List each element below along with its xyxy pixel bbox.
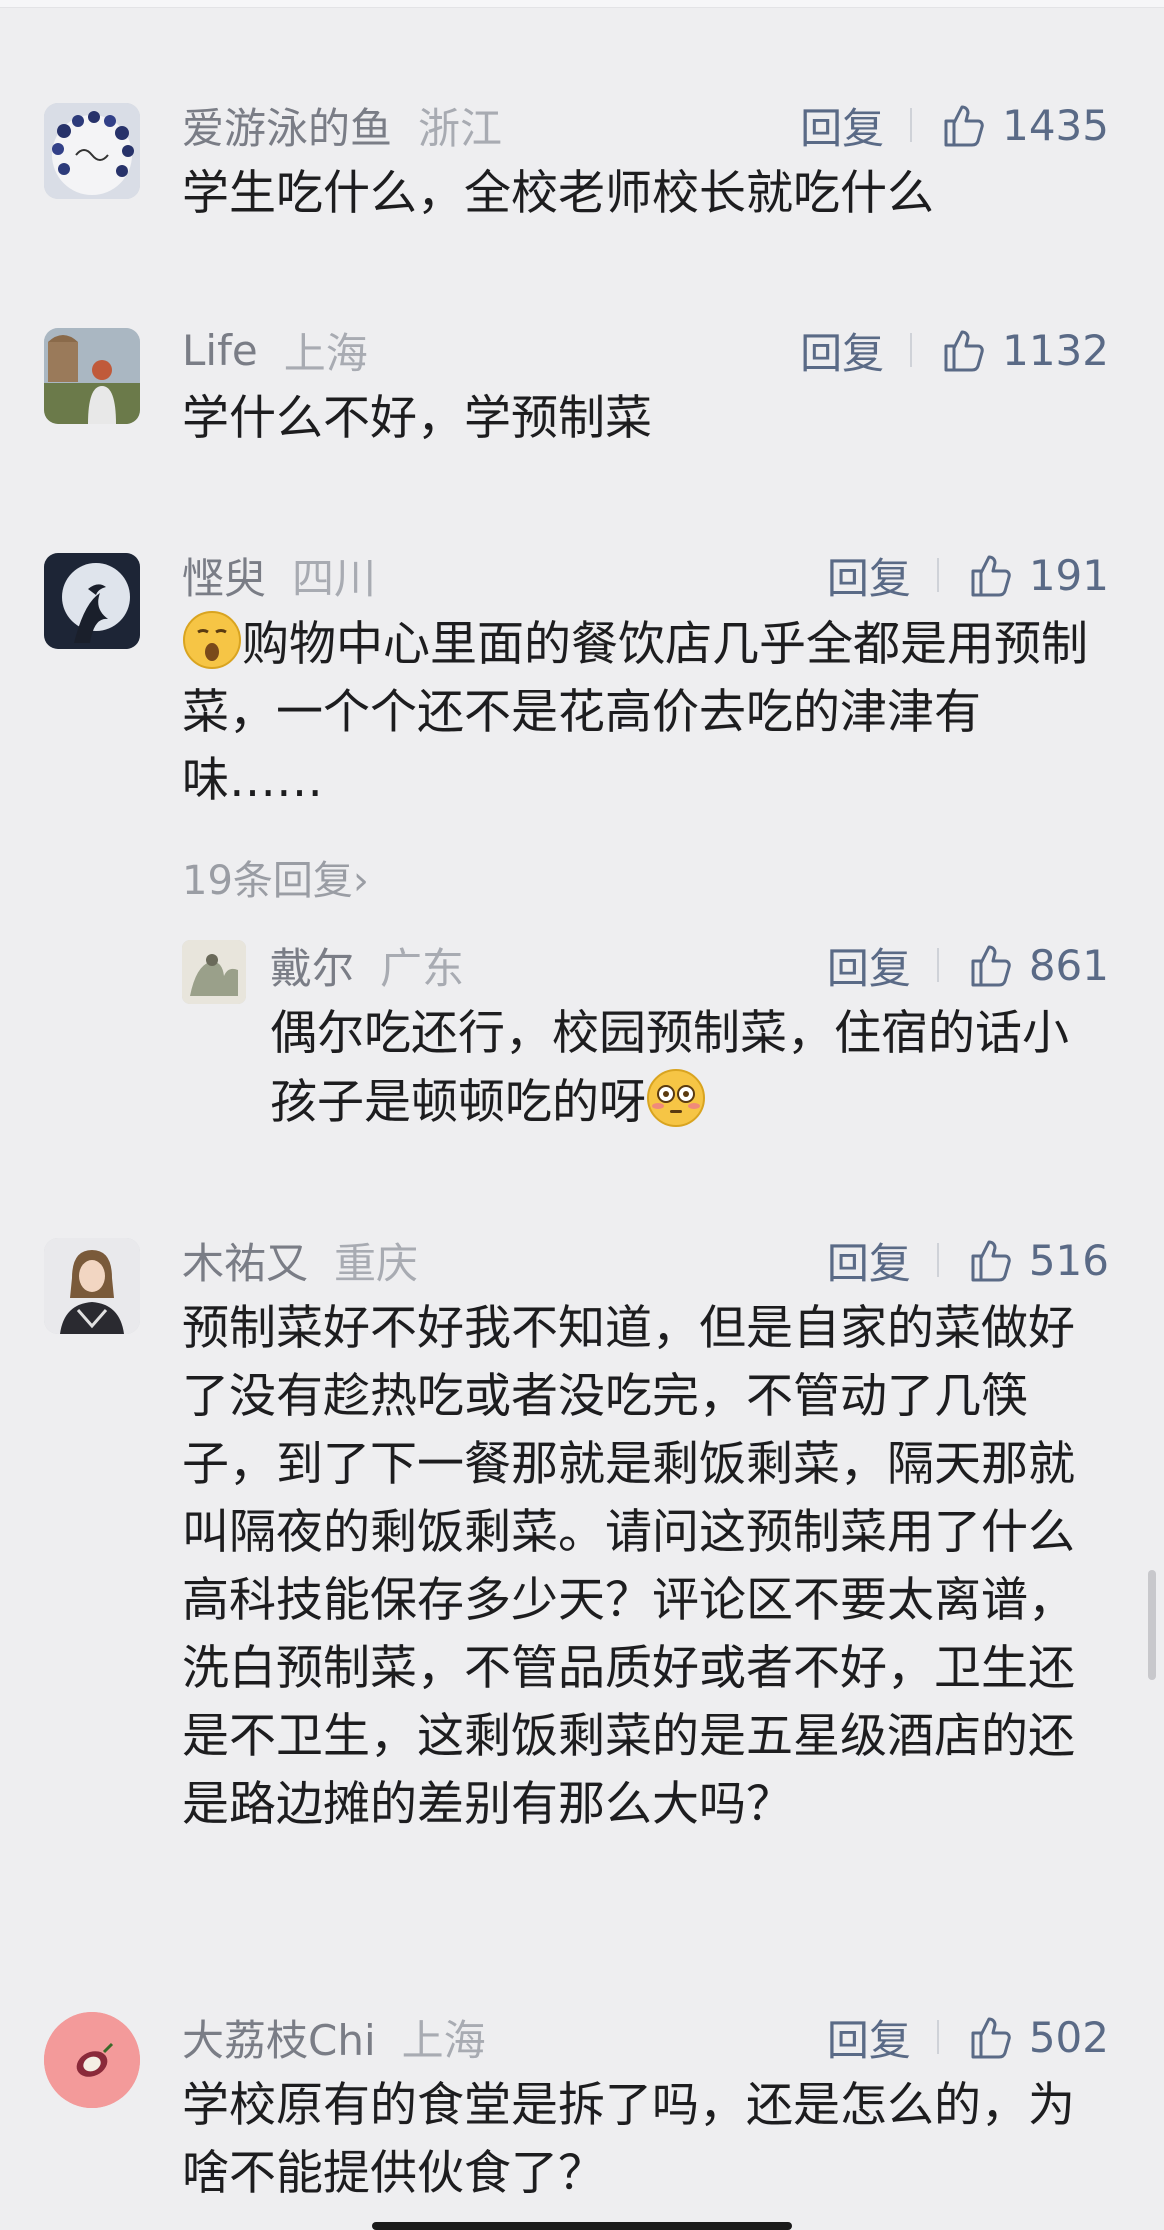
like-button[interactable]: 502 [967,2013,1109,2062]
divider [936,558,939,592]
location-label: 上海 [401,2015,486,2065]
like-count: 502 [1028,2012,1109,2062]
comment-body: 购物中心里面的餐饮店几乎全都是用预制菜，一个个还不是花高价去吃的津津有味…… [182,617,1088,808]
comment-header: 大荔枝Chi 上海 回复 502 [182,2007,1109,2067]
comment-header: 悭臾 四川 回复 191 [182,545,1109,605]
location-label: 上海 [283,328,368,378]
avatar[interactable] [44,328,140,424]
location-label: 浙江 [418,103,503,153]
reply-button[interactable]: 回复 [827,935,911,996]
location-label: 广东 [380,943,465,993]
divider [936,1243,939,1277]
reply-button[interactable]: 回复 [800,320,884,381]
reply-button[interactable]: 回复 [800,95,884,156]
like-count: 191 [1028,550,1109,600]
like-button[interactable]: 1435 [940,101,1109,150]
reply-header: 戴尔 广东 回复 861 [270,935,1109,995]
reply-text: 偶尔吃还行，校园预制菜，住宿的话小孩子是顿顿吃的呀 [270,1000,1114,1137]
comment-text: 学什么不好，学预制菜 [182,391,652,446]
thumbs-up-icon [971,555,1011,597]
nickname[interactable]: 戴尔 [270,935,354,996]
location-label: 重庆 [334,1238,419,1288]
divider [936,948,939,982]
avatar[interactable] [44,1238,140,1334]
like-count: 1435 [1002,100,1109,150]
comment-text: 学校原有的食堂是拆了吗，还是怎么的，为啥不能提供伙食了？ [182,2078,1075,2201]
nickname[interactable]: 木祐又 [182,1230,308,1291]
comment-header: 爱游泳的鱼 浙江 回复 1435 [182,95,1109,155]
like-button[interactable]: 516 [967,1236,1109,1285]
divider [910,108,913,142]
thumbs-up-icon [971,945,1011,987]
comment-text: 购物中心里面的餐饮店几乎全都是用预制菜，一个个还不是花高价去吃的津津有味…… [182,610,1114,815]
comment-header: Life 上海 回复 1132 [182,320,1109,380]
like-count: 1132 [1002,325,1109,375]
avatar[interactable] [182,940,246,1004]
like-count: 861 [1028,940,1109,990]
thumbs-up-icon [971,1240,1011,1282]
flushed-emoji-icon [647,1069,705,1127]
nickname[interactable]: Life [182,326,258,375]
view-replies-link[interactable]: 19条回复› [182,848,369,906]
home-indicator[interactable] [372,2222,792,2230]
top-divider [0,0,1164,8]
reply-button[interactable]: 回复 [827,545,911,606]
thumbs-up-icon [971,2017,1011,2059]
comment-list-screen: 爱游泳的鱼 浙江 回复 1435 学生吃什么，全校老师校长就吃什么 Life 上… [0,0,1164,2230]
smirk-emoji-icon [183,611,241,669]
like-count: 516 [1028,1235,1109,1285]
location-label: 四川 [292,553,377,603]
divider [936,2020,939,2054]
comment-text: 预制菜好不好我不知道，但是自家的菜做好了没有趁热吃或者没吃完，不管动了几筷子，到… [182,1301,1075,1832]
avatar[interactable] [44,553,140,649]
reply-button[interactable]: 回复 [827,2007,911,2068]
like-button[interactable]: 861 [967,941,1109,990]
scrollbar[interactable] [1148,1570,1156,1680]
like-button[interactable]: 191 [967,551,1109,600]
thumbs-up-icon [944,330,984,372]
comment-text: 学生吃什么，全校老师校长就吃什么 [182,166,934,221]
nickname[interactable]: 大荔枝Chi [182,2007,376,2068]
nickname[interactable]: 爱游泳的鱼 [182,95,392,156]
avatar[interactable] [44,103,140,199]
reply-button[interactable]: 回复 [827,1230,911,1291]
divider [910,333,913,367]
avatar[interactable] [44,2012,140,2108]
comment-header: 木祐又 重庆 回复 516 [182,1230,1109,1290]
thumbs-up-icon [944,105,984,147]
nickname[interactable]: 悭臾 [182,545,266,606]
like-button[interactable]: 1132 [940,326,1109,375]
